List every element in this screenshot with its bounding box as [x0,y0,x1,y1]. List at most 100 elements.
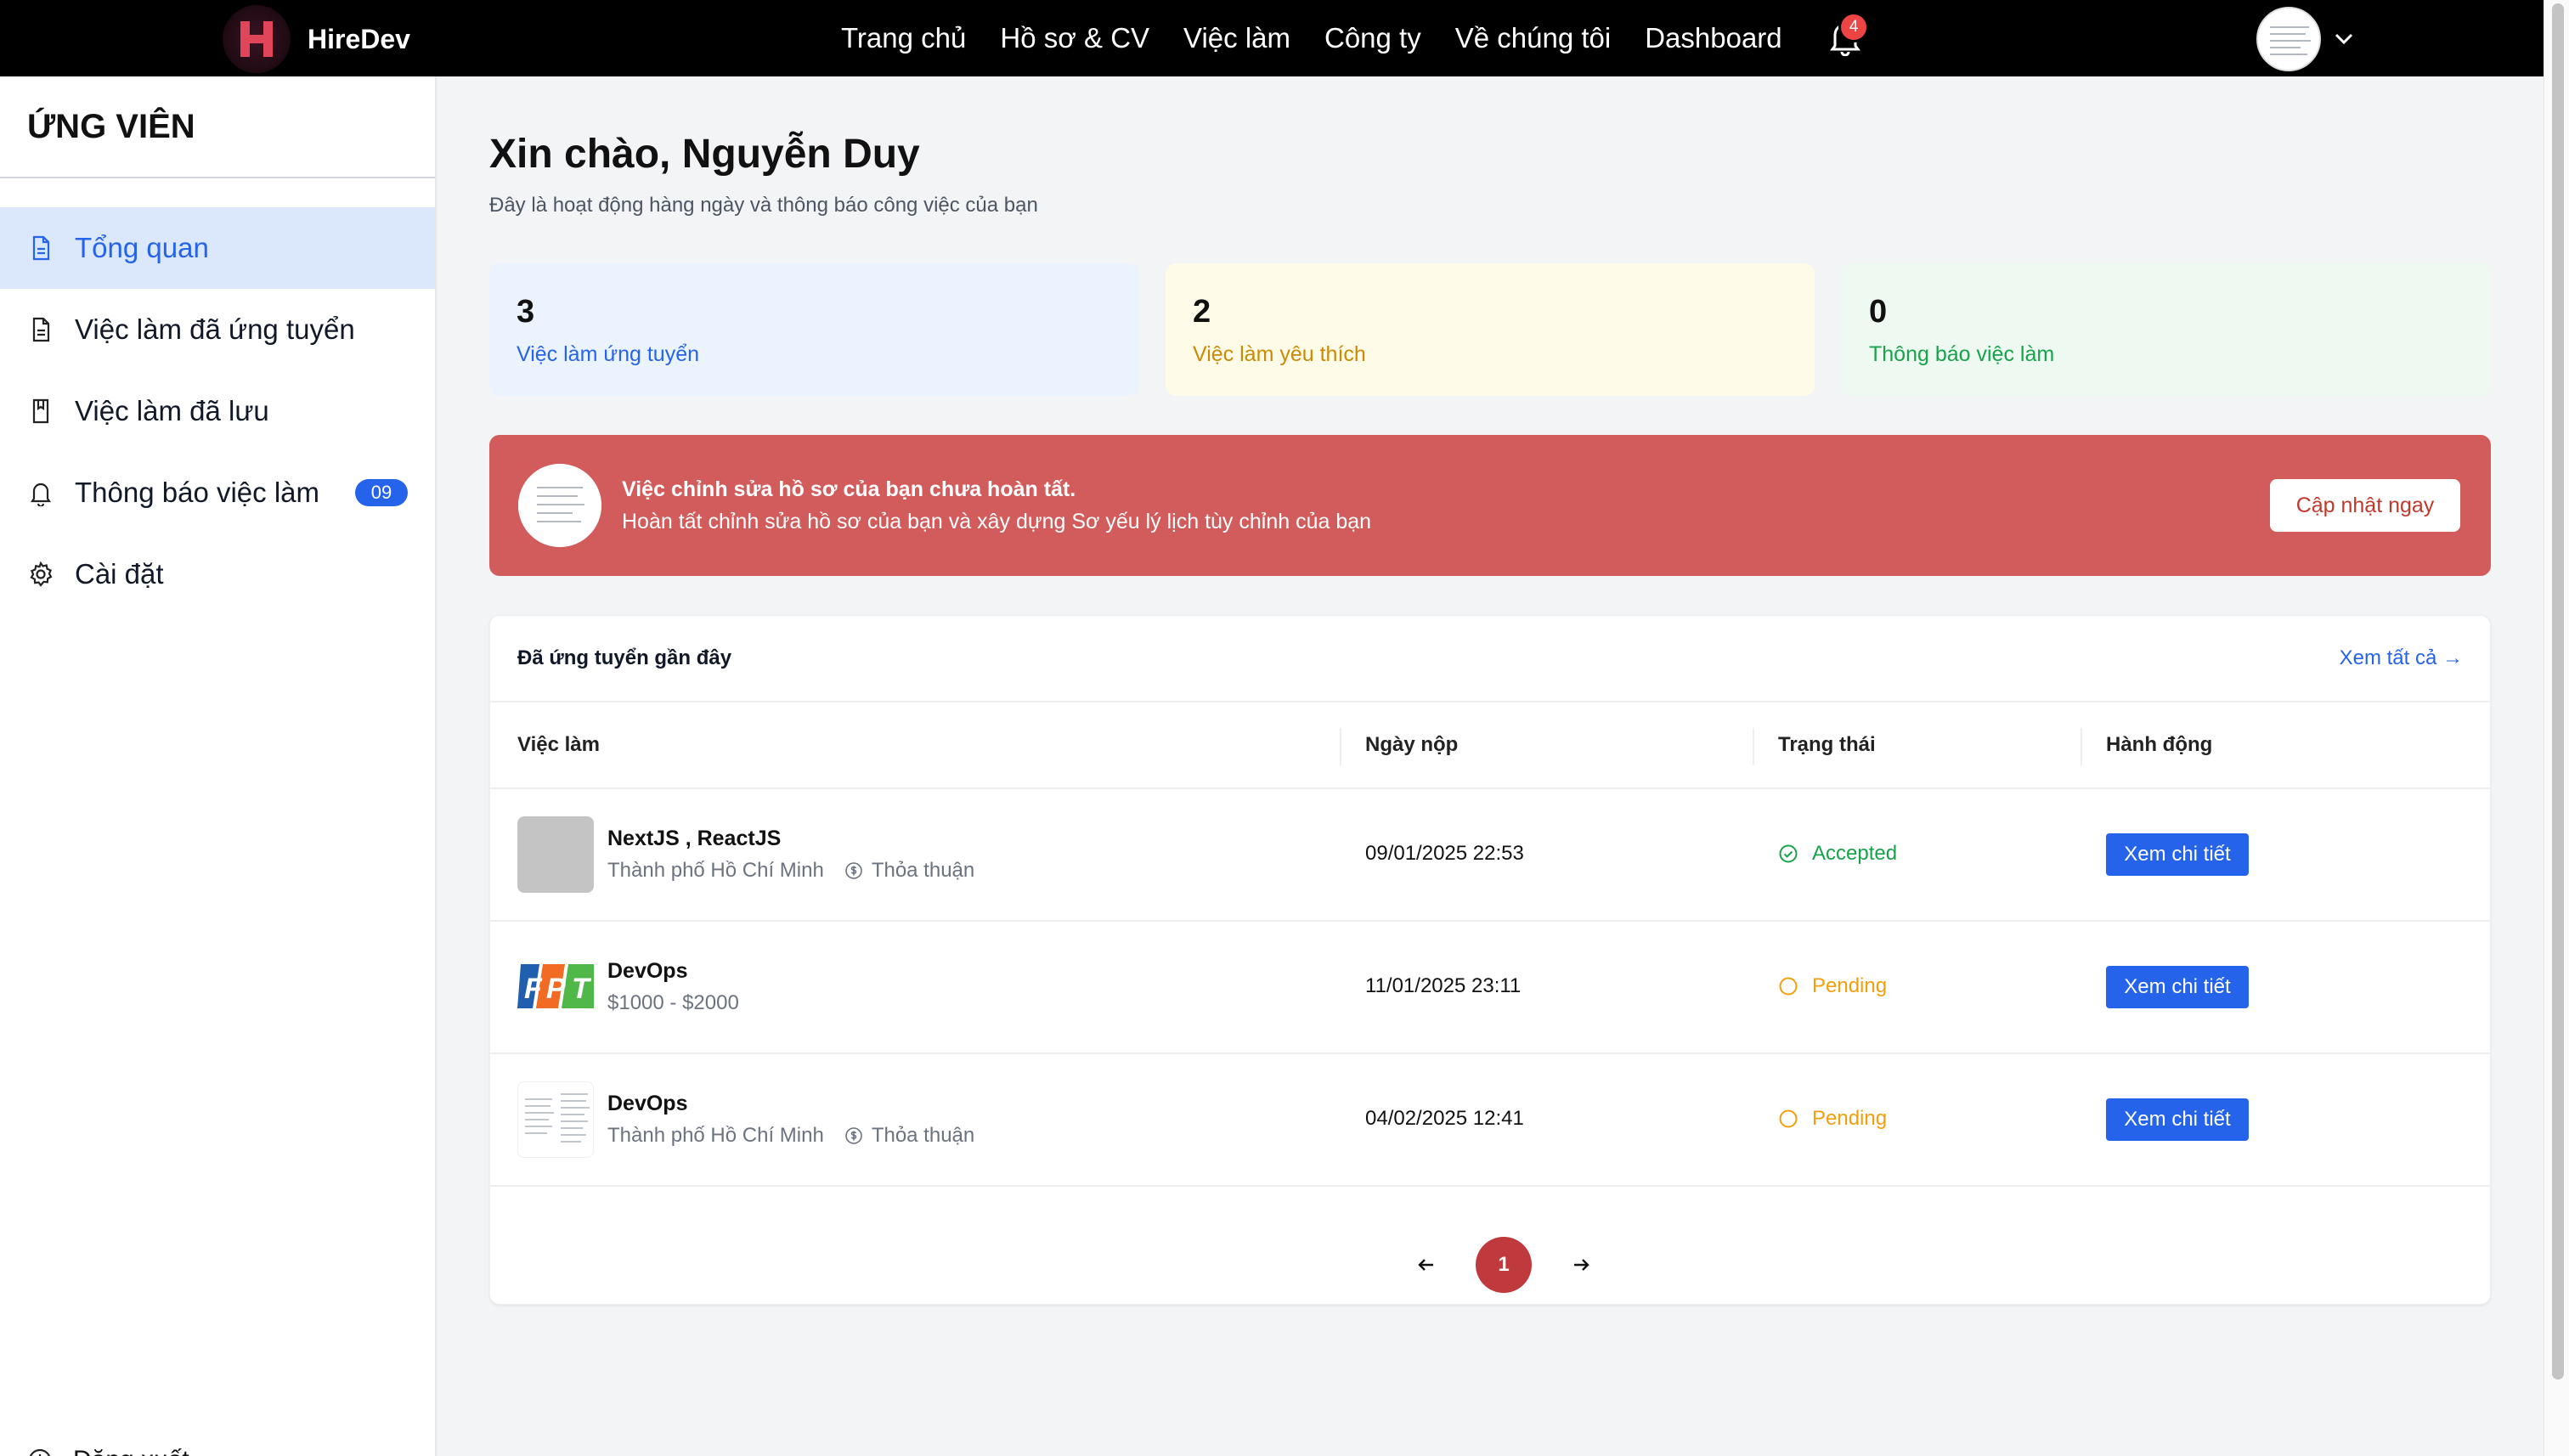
svg-text:P: P [546,973,566,1005]
stat-card-applied[interactable]: 3 Việc làm ứng tuyển [489,263,1138,396]
chevron-down-icon[interactable] [2331,25,2357,51]
user-avatar[interactable] [2256,7,2321,71]
next-page-arrow-icon[interactable] [1564,1248,1598,1282]
stat-card-alerts[interactable]: 0 Thông báo việc làm [1842,263,2491,396]
scrollbar-thumb[interactable] [2552,3,2564,1380]
alert-title: Việc chỉnh sửa hồ sơ của bạn chưa hoàn t… [622,477,1076,501]
job-alerts-count-badge: 09 [355,479,408,506]
job-location: Thành phố Hồ Chí Minh [607,859,824,882]
sidebar-item-job-alerts[interactable]: Thông báo việc làm 09 [0,452,435,533]
dollar-circle-icon [845,1127,862,1144]
brand-name: HireDev [308,23,410,54]
card-title: Đã ứng tuyển gần đây [517,646,732,669]
stat-label: Thông báo việc làm [1869,342,2055,366]
status-badge: Pending [1778,1107,1887,1131]
pending-circle-icon [1779,977,1798,996]
page-number-current[interactable]: 1 [1476,1237,1532,1293]
nav-dashboard[interactable]: Dashboard [1645,22,1781,54]
column-header-status: Trạng thái [1778,733,1876,756]
profile-incomplete-alert: Việc chỉnh sửa hồ sơ của bạn chưa hoàn t… [489,435,2491,576]
notification-count-badge: 4 [1838,12,1869,42]
sidebar-item-label: Cài đặt [75,558,164,590]
sidebar-item-label: Việc làm đã ứng tuyển [75,313,355,345]
dollar-circle-icon [845,862,862,879]
brand[interactable]: HireDev [223,5,410,73]
sidebar-item-label: Thông báo việc làm [75,477,319,508]
job-location: Thành phố Hồ Chí Minh [607,1124,824,1147]
job-meta: $1000 - $2000 [607,991,739,1015]
gear-icon [30,561,53,587]
stat-value: 0 [1869,294,1888,330]
column-divider [1340,728,1341,765]
pending-circle-icon [1779,1109,1798,1128]
sidebar-title: ỨNG VIÊN [0,76,435,178]
table-header: Việc làm Ngày nộp Trạng thái Hành động [490,701,2492,789]
sidebar-item-overview[interactable]: Tổng quan [0,207,435,289]
view-details-button[interactable]: Xem chi tiết [2106,966,2249,1008]
column-header-job: Việc làm [517,733,600,756]
view-details-button[interactable]: Xem chi tiết [2106,833,2249,876]
column-header-date: Ngày nộp [1365,733,1459,756]
update-now-button[interactable]: Cập nhật ngay [2270,479,2460,532]
applied-date: 11/01/2025 23:11 [1365,974,1522,997]
svg-text:T: T [572,973,592,1005]
company-logo [517,1081,594,1158]
column-divider [1753,728,1754,765]
applied-date: 04/02/2025 12:41 [1365,1107,1524,1130]
brand-logo-icon [223,5,291,73]
sidebar-item-applied-jobs[interactable]: Việc làm đã ứng tuyển [0,289,435,370]
view-all-link[interactable]: Xem tất cả → [2340,646,2463,670]
stat-label: Việc làm yêu thích [1193,342,1366,366]
sidebar: ỨNG VIÊN Tổng quan Việc làm đã ứng tuyển… [0,76,437,1456]
company-logo [517,816,594,893]
job-meta: Thành phố Hồ Chí Minh Thỏa thuận [607,1124,974,1148]
nav-home[interactable]: Trang chủ [841,22,966,54]
view-details-button[interactable]: Xem chi tiết [2106,1098,2249,1141]
logout-label: Đăng xuất [73,1446,189,1456]
stat-label: Việc làm ứng tuyển [517,342,700,366]
status-badge: Accepted [1778,842,1897,866]
job-title[interactable]: DevOps [607,1092,687,1116]
recent-applications-card: Đã ứng tuyển gần đây Xem tất cả → Việc l… [489,615,2492,1305]
sidebar-item-label: Việc làm đã lưu [75,395,269,426]
top-navbar: HireDev Trang chủ Hồ sơ & CV Việc làm Cô… [0,0,2569,76]
bookmark-icon [32,398,49,424]
main-nav: Trang chủ Hồ sơ & CV Việc làm Công ty Về… [841,0,1816,76]
job-title[interactable]: DevOps [607,959,687,984]
status-text: Accepted [1812,842,1898,865]
logout-icon [29,1448,51,1456]
job-salary: Thỏa thuận [871,859,975,882]
status-badge: Pending [1778,974,1887,998]
nav-companies[interactable]: Công ty [1324,22,1421,54]
logout-button[interactable]: Đăng xuất [27,1446,189,1456]
stat-card-favorites[interactable]: 2 Việc làm yêu thích [1166,263,1815,396]
stat-value: 2 [1193,294,1211,330]
applied-date: 09/01/2025 22:53 [1365,842,1524,865]
nav-profile-cv[interactable]: Hồ sơ & CV [1000,22,1149,54]
check-circle-icon [1779,844,1798,863]
prev-page-arrow-icon[interactable] [1409,1248,1443,1282]
column-divider [2081,728,2082,765]
document-icon [32,317,50,342]
company-logo: F P T [517,949,594,1025]
svg-text:F: F [524,973,543,1005]
sidebar-item-settings[interactable]: Cài đặt [0,533,435,615]
column-header-action: Hành động [2106,733,2213,756]
nav-about[interactable]: Về chúng tôi [1455,22,1611,54]
stats-row: 3 Việc làm ứng tuyển 2 Việc làm yêu thíc… [489,263,2491,396]
sidebar-item-saved-jobs[interactable]: Việc làm đã lưu [0,370,435,452]
job-salary-range: $1000 - $2000 [607,991,739,1014]
alert-description: Hoàn tất chỉnh sửa hồ sơ của bạn và xây … [622,510,1372,533]
document-icon [32,235,50,261]
pagination: 1 [1409,1237,1598,1293]
nav-jobs[interactable]: Việc làm [1183,22,1290,54]
job-title[interactable]: NextJS , ReactJS [607,827,781,851]
table-row: F P T DevOps $1000 - $2000 11/01/2025 23… [490,922,2492,1054]
table-row: DevOps Thành phố Hồ Chí Minh Thỏa thuận … [490,1054,2492,1187]
job-salary: Thỏa thuận [871,1124,975,1147]
bell-icon [30,483,52,506]
table-row: NextJS , ReactJS Thành phố Hồ Chí Minh T… [490,789,2492,922]
sidebar-menu: Tổng quan Việc làm đã ứng tuyển Việc làm… [0,207,435,615]
job-meta: Thành phố Hồ Chí Minh Thỏa thuận [607,859,974,883]
stat-value: 3 [517,294,535,330]
